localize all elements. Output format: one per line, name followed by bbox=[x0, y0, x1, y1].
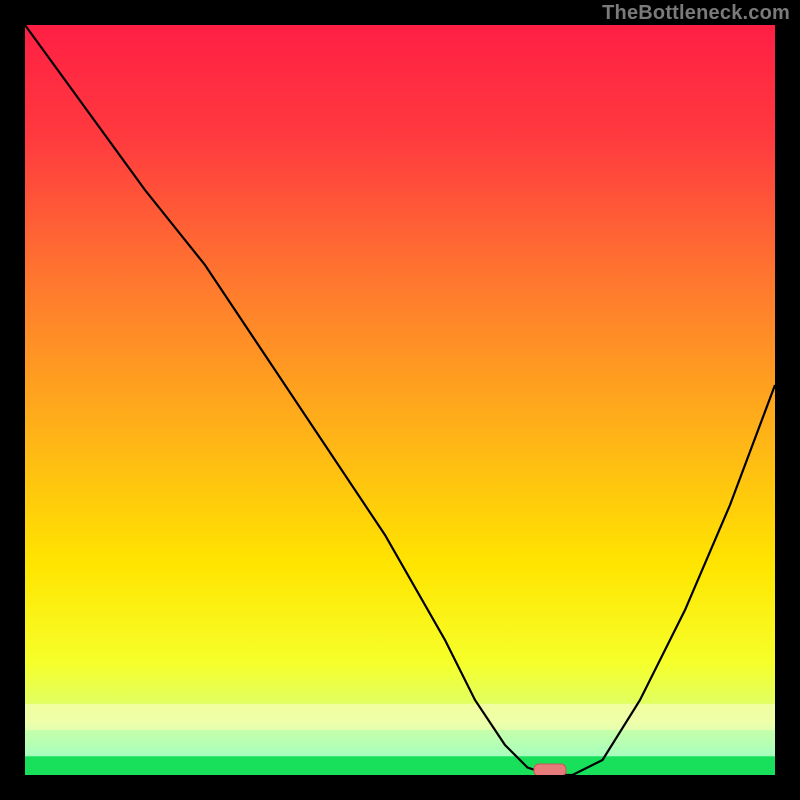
chart-svg bbox=[25, 25, 775, 775]
plot-area bbox=[25, 25, 775, 775]
chart-container: TheBottleneck.com bbox=[0, 0, 800, 800]
optimal-marker bbox=[534, 764, 566, 775]
overlay-bands bbox=[25, 704, 775, 775]
watermark-label: TheBottleneck.com bbox=[602, 2, 790, 25]
heat-gradient-bg bbox=[25, 25, 775, 775]
